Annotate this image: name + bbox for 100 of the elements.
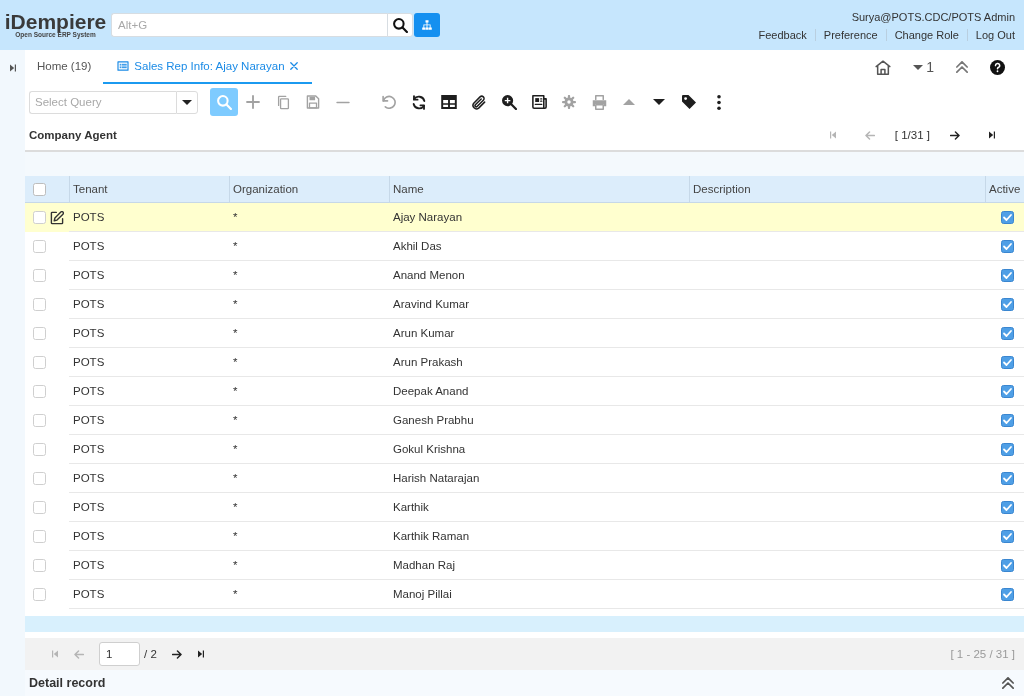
table-cell: * — [229, 203, 389, 232]
table-cell: POTS — [69, 551, 229, 580]
query-field[interactable]: Select Query — [29, 90, 176, 114]
row-checkbox[interactable] — [33, 269, 46, 282]
double-chevron-up-icon — [956, 61, 968, 73]
column-header[interactable]: Tenant — [69, 176, 229, 202]
search-button[interactable] — [387, 13, 413, 37]
row-checkbox[interactable] — [33, 385, 46, 398]
table-cell: Karthik Raman — [389, 522, 689, 551]
table-row[interactable]: POTS * Madhan Raj — [25, 551, 1024, 580]
table-row[interactable]: POTS * Anand Menon — [25, 261, 1024, 290]
table-cell: POTS — [69, 290, 229, 319]
row-checkbox[interactable] — [33, 298, 46, 311]
record-range-summary: [ 1 - 25 / 31 ] — [950, 648, 1015, 660]
table-row[interactable]: POTS * Deepak Anand — [25, 377, 1024, 406]
close-icon[interactable] — [289, 62, 298, 70]
table-row[interactable]: POTS * Aravind Kumar — [25, 290, 1024, 319]
expand-sidebar-button[interactable] — [7, 62, 18, 74]
arrow-left-icon — [864, 130, 875, 140]
find-button[interactable] — [210, 88, 238, 116]
table-row[interactable]: POTS * Gokul Krishna — [25, 435, 1024, 464]
table-cell: * — [229, 261, 389, 290]
table-cell: Madhan Raj — [389, 551, 689, 580]
table-row[interactable]: POTS * Ajay Narayan — [25, 203, 1024, 232]
table-cell: * — [229, 319, 389, 348]
row-checkbox[interactable] — [33, 327, 46, 340]
home-icon — [875, 59, 892, 75]
header-link[interactable]: Feedback — [750, 28, 815, 41]
column-header[interactable]: Name — [389, 176, 689, 202]
panel-title: Company Agent — [29, 129, 117, 141]
window-list-button[interactable]: 1 — [913, 57, 934, 77]
row-checkbox[interactable] — [33, 443, 46, 456]
table-cell: POTS — [69, 203, 229, 232]
page-number-field[interactable]: 1 — [99, 642, 140, 666]
table-cell: Arun Prakash — [389, 348, 689, 377]
more-icon — [717, 94, 721, 110]
collapse-detail-button[interactable] — [1001, 676, 1015, 690]
skip-end-icon — [9, 64, 16, 72]
tag-icon — [682, 95, 696, 109]
table-row[interactable]: POTS * Harish Natarajan — [25, 464, 1024, 493]
table-row[interactable]: POTS * Akhil Das — [25, 232, 1024, 261]
copy-icon — [276, 94, 290, 110]
select-all-checkbox[interactable] — [33, 182, 46, 196]
row-checkbox[interactable] — [33, 530, 46, 543]
help-button[interactable] — [990, 57, 1005, 77]
table-cell: Karthik — [389, 493, 689, 522]
column-header[interactable]: Description — [689, 176, 985, 202]
row-checkbox[interactable] — [33, 240, 46, 253]
row-checkbox[interactable] — [33, 501, 46, 514]
row-checkbox[interactable] — [33, 211, 46, 224]
table-cell: * — [229, 580, 389, 609]
minus-icon — [336, 100, 350, 104]
tab[interactable]: Home (19) — [25, 50, 104, 84]
column-header[interactable]: Organization — [229, 176, 389, 202]
skip-start-icon — [52, 650, 58, 658]
paperclip-icon — [472, 94, 486, 110]
table-row[interactable]: POTS * Arun Prakash — [25, 348, 1024, 377]
undo-icon — [382, 95, 396, 109]
table-icon — [441, 95, 457, 109]
logo-wordmark: iDempiere — [4, 12, 107, 31]
caret-down-icon — [913, 64, 924, 70]
table-cell: Ajay Narayan — [389, 203, 689, 232]
window-list-icon — [117, 61, 130, 71]
printer-icon — [591, 94, 607, 110]
table-cell: * — [229, 493, 389, 522]
double-chevron-up-icon — [1002, 677, 1014, 689]
table-cell: POTS — [69, 406, 229, 435]
header-link[interactable]: Log Out — [966, 28, 1015, 41]
table-row[interactable]: POTS * Arun Kumar — [25, 319, 1024, 348]
table-cell: * — [229, 232, 389, 261]
table-cell: Harish Natarajan — [389, 464, 689, 493]
row-checkbox[interactable] — [33, 559, 46, 572]
table-cell: POTS — [69, 348, 229, 377]
table-row[interactable]: POTS * Ganesh Prabhu — [25, 406, 1024, 435]
table-row[interactable]: POTS * Manoj Pillai — [25, 580, 1024, 609]
row-checkbox[interactable] — [33, 356, 46, 369]
help-icon — [990, 59, 1005, 75]
row-checkbox[interactable] — [33, 414, 46, 427]
table-row[interactable]: POTS * Karthik — [25, 493, 1024, 522]
tab[interactable]: Sales Rep Info: Ajay Narayan — [103, 50, 312, 84]
search-icon — [216, 94, 232, 110]
caret-down-icon — [182, 99, 192, 105]
gear-icon — [562, 95, 576, 109]
table-cell: POTS — [69, 377, 229, 406]
header-link[interactable]: Change Role — [885, 28, 967, 41]
table-cell: Deepak Anand — [389, 377, 689, 406]
table-row[interactable]: POTS * Karthik Raman — [25, 522, 1024, 551]
arrow-right-icon — [950, 130, 960, 140]
global-search-field[interactable]: Alt+G — [111, 13, 387, 37]
edit-icon[interactable] — [50, 210, 64, 225]
skip-start-icon — [829, 131, 836, 139]
table-cell: * — [229, 464, 389, 493]
header-link[interactable]: Preference — [814, 28, 886, 41]
user-role-label: Surya@POTS.CDC/POTS Admin — [851, 10, 1015, 23]
column-header[interactable]: Active — [985, 176, 1024, 202]
row-checkbox[interactable] — [33, 588, 46, 601]
table-cell: POTS — [69, 522, 229, 551]
dropdown-button[interactable] — [176, 90, 198, 114]
table-cell: * — [229, 522, 389, 551]
row-checkbox[interactable] — [33, 472, 46, 485]
